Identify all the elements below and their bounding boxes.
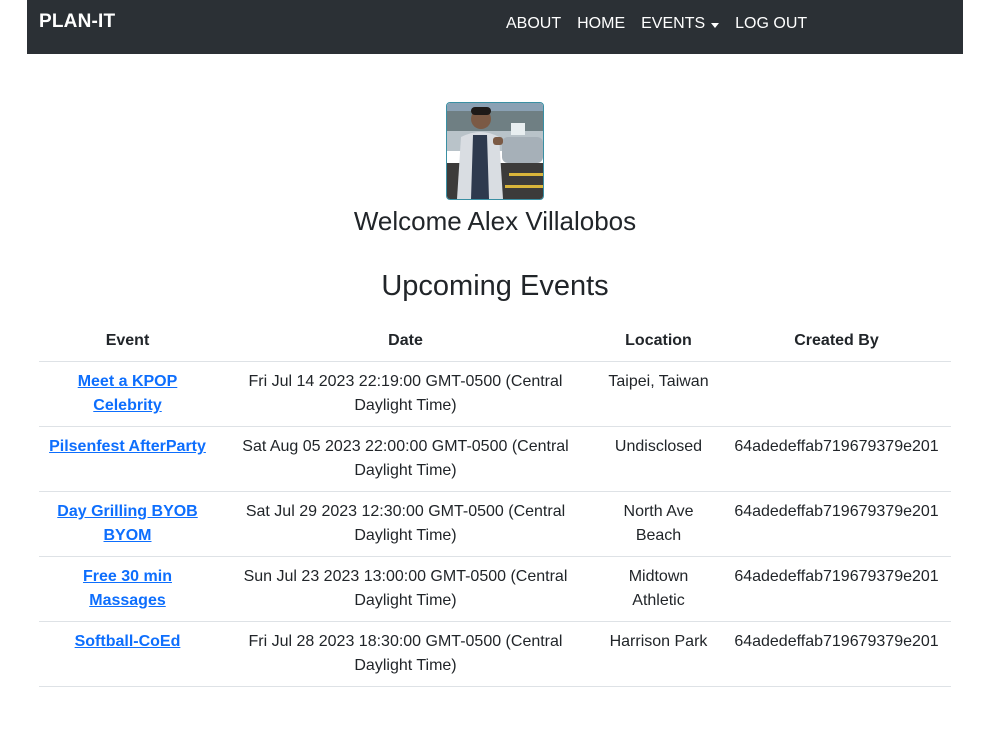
avatar: [446, 102, 544, 200]
header-date: Date: [216, 322, 595, 362]
table-row: Softball-CoEd Fri Jul 28 2023 18:30:00 G…: [39, 621, 951, 687]
date-cell: Sat Jul 29 2023 12:30:00 GMT-0500 (Centr…: [216, 491, 595, 557]
upcoming-events-heading: Upcoming Events: [381, 270, 609, 302]
event-link[interactable]: Day Grilling BYOB BYOM: [57, 503, 197, 544]
nav-logout-link[interactable]: LOG OUT: [735, 15, 807, 33]
profile-photo: [447, 103, 543, 199]
nav-events-dropdown[interactable]: EVENTS: [641, 15, 720, 33]
table-row: Meet a KPOP Celebrity Fri Jul 14 2023 22…: [39, 361, 951, 427]
date-cell: Fri Jul 14 2023 22:19:00 GMT-0500 (Centr…: [216, 361, 595, 427]
table-row: Pilsenfest AfterParty Sat Aug 05 2023 22…: [39, 426, 951, 492]
welcome-heading: Welcome Alex Villalobos: [353, 206, 637, 236]
nav-events-label: EVENTS: [641, 15, 706, 32]
nav-about-link[interactable]: ABOUT: [506, 15, 561, 33]
location-cell: North Ave Beach: [595, 491, 722, 557]
created-by-cell: 64adedeffab719679379e201: [722, 491, 951, 557]
event-cell: Softball-CoEd: [39, 621, 216, 687]
created-by-cell: 64adedeffab719679379e201: [722, 556, 951, 622]
header-location: Location: [595, 322, 722, 362]
event-cell: Day Grilling BYOB BYOM: [39, 491, 216, 557]
table-row: Free 30 min Massages Sun Jul 23 2023 13:…: [39, 556, 951, 622]
location-cell: Midtown Athletic: [595, 556, 722, 622]
event-link[interactable]: Free 30 min Massages: [83, 568, 172, 609]
date-cell: Sun Jul 23 2023 13:00:00 GMT-0500 (Centr…: [216, 556, 595, 622]
date-cell: Fri Jul 28 2023 18:30:00 GMT-0500 (Centr…: [216, 621, 595, 687]
event-link[interactable]: Meet a KPOP Celebrity: [78, 373, 178, 414]
location-cell: Harrison Park: [595, 621, 722, 687]
location-cell: Taipei, Taiwan: [595, 361, 722, 427]
events-table: Event Date Location Created By Meet a KP…: [39, 322, 951, 687]
created-by-cell: 64adedeffab719679379e201: [722, 621, 951, 687]
navbar: PLAN-IT ABOUT HOME EVENTS LOG OUT: [27, 0, 963, 54]
nav-home-link[interactable]: HOME: [577, 15, 625, 33]
table-header-row: Event Date Location Created By: [39, 322, 951, 362]
event-link[interactable]: Softball-CoEd: [75, 633, 181, 650]
event-cell: Meet a KPOP Celebrity: [39, 361, 216, 427]
caret-down-icon: [711, 22, 720, 28]
brand-logo[interactable]: PLAN-IT: [39, 11, 115, 33]
created-by-cell: [722, 361, 951, 427]
header-event: Event: [39, 322, 216, 362]
event-cell: Pilsenfest AfterParty: [39, 426, 216, 492]
nav-links: ABOUT HOME EVENTS LOG OUT: [506, 15, 807, 33]
table-row: Day Grilling BYOB BYOM Sat Jul 29 2023 1…: [39, 491, 951, 557]
header-created-by: Created By: [722, 322, 951, 362]
date-cell: Sat Aug 05 2023 22:00:00 GMT-0500 (Centr…: [216, 426, 595, 492]
location-cell: Undisclosed: [595, 426, 722, 492]
event-link[interactable]: Pilsenfest AfterParty: [49, 438, 206, 455]
created-by-cell: 64adedeffab719679379e201: [722, 426, 951, 492]
event-cell: Free 30 min Massages: [39, 556, 216, 622]
